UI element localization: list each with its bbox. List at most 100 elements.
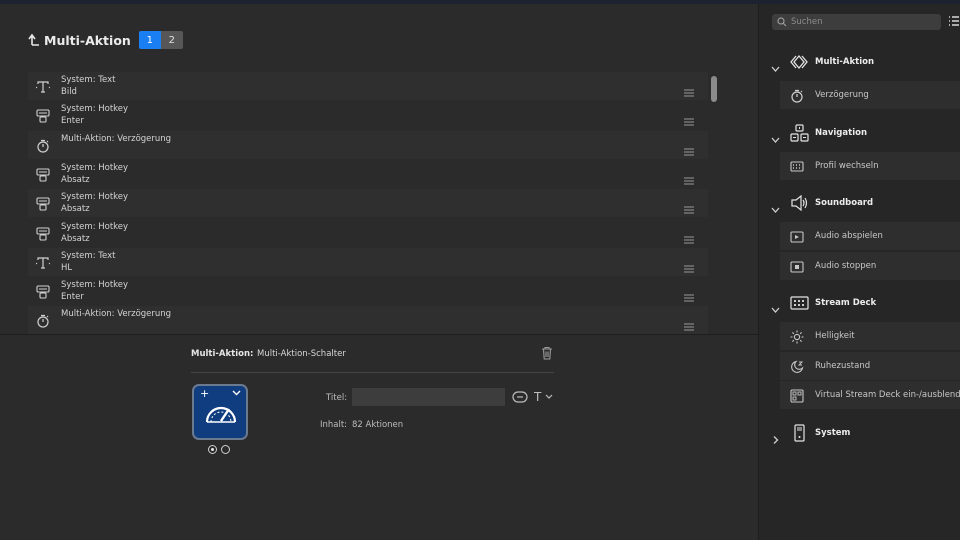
multi-action-icon xyxy=(790,53,809,71)
page-header: Multi-Aktion 1 2 xyxy=(28,30,183,50)
action-row[interactable]: Multi-Aktion: Verzögerung xyxy=(28,306,708,334)
speaker-icon xyxy=(790,194,809,212)
sidebar-action-label: Virtual Stream Deck ein-/ausblenden xyxy=(815,390,960,400)
page-tab-2[interactable]: 2 xyxy=(160,31,183,49)
action-detail: Enter xyxy=(61,292,84,303)
category-header[interactable]: System xyxy=(759,419,960,447)
inspector-divider xyxy=(191,372,554,373)
sidebar-action-label: Helligkeit xyxy=(815,331,855,341)
page-selector: 1 2 xyxy=(138,31,183,49)
virtual-deck-icon xyxy=(790,388,804,403)
timer-icon xyxy=(36,313,50,328)
key-preview[interactable]: + xyxy=(192,384,248,440)
action-row[interactable]: System: Hotkey Enter xyxy=(28,277,708,306)
sidebar-action-item[interactable]: Ruhezustand xyxy=(780,351,960,380)
drag-handle-icon[interactable] xyxy=(684,170,694,185)
hotkey-icon xyxy=(36,226,50,241)
back-arrow-icon[interactable] xyxy=(28,33,40,47)
action-detail: Absatz xyxy=(61,174,90,185)
action-row[interactable]: System: Text Bild xyxy=(28,72,708,100)
chevron-down-icon[interactable] xyxy=(771,129,780,143)
action-sidebar: Multi-Aktion Verzögerung Navigation Profil … xyxy=(758,4,960,540)
action-row[interactable]: System: Hotkey Absatz xyxy=(28,159,708,188)
category-header[interactable]: Soundboard xyxy=(759,189,960,217)
title-label: Titel: xyxy=(326,393,348,403)
category-label: Soundboard xyxy=(815,198,874,208)
action-detail: HL xyxy=(61,262,73,273)
content-label: Inhalt: xyxy=(320,420,348,430)
list-view-icon[interactable] xyxy=(948,15,960,27)
inspector-panel: Multi-Aktion: Multi-Aktion-Schalter + Ti… xyxy=(0,334,758,536)
sidebar-action-label: Ruhezustand xyxy=(815,360,871,371)
sidebar-action-item[interactable]: Verzögerung xyxy=(780,81,960,109)
stream-deck-icon xyxy=(790,294,809,312)
drag-handle-icon[interactable] xyxy=(684,258,694,273)
category-header[interactable]: Multi-Aktion xyxy=(759,48,960,76)
category-label: Stream Deck xyxy=(815,298,877,308)
sleep-icon xyxy=(790,359,804,373)
sidebar-action-item[interactable]: Profil wechseln xyxy=(780,151,960,180)
action-row[interactable]: System: Hotkey Absatz xyxy=(28,189,708,218)
chevron-down-icon[interactable] xyxy=(232,390,241,396)
page-tab-1[interactable]: 1 xyxy=(138,31,161,49)
action-title: System: Text xyxy=(61,75,116,85)
sidebar-action-item[interactable]: Audio abspielen xyxy=(780,222,960,250)
state-selector xyxy=(208,445,230,454)
search-box[interactable] xyxy=(772,14,941,30)
trash-icon[interactable] xyxy=(541,346,553,360)
category-label: System xyxy=(815,427,851,438)
hotkey-icon xyxy=(36,196,50,211)
timer-icon xyxy=(36,138,50,153)
hotkey-icon xyxy=(36,167,50,182)
text-icon xyxy=(35,255,51,269)
action-row[interactable]: System: Hotkey Absatz xyxy=(28,218,708,247)
link-icon[interactable] xyxy=(512,391,528,403)
svg-text:T: T xyxy=(534,390,542,403)
action-row[interactable]: Multi-Aktion: Verzögerung xyxy=(28,130,708,159)
profile-switch-icon xyxy=(790,159,804,173)
category-header[interactable]: Stream Deck xyxy=(759,289,960,317)
drag-handle-icon[interactable] xyxy=(684,82,694,97)
drag-handle-icon[interactable] xyxy=(684,141,694,156)
action-title: System: Hotkey xyxy=(61,104,129,115)
sidebar-action-item[interactable]: Virtual Stream Deck ein-/ausblenden xyxy=(780,381,960,409)
sidebar-action-item[interactable]: Helligkeit xyxy=(780,322,960,350)
scrollbar-track[interactable] xyxy=(709,72,718,334)
search-input[interactable] xyxy=(791,14,937,30)
sidebar-action-label: Audio abspielen xyxy=(815,231,883,241)
drag-handle-icon[interactable] xyxy=(684,287,694,302)
system-icon xyxy=(790,423,809,442)
hotkey-icon xyxy=(36,284,50,299)
sidebar-action-item[interactable]: Audio stoppen xyxy=(780,251,960,280)
chevron-down-icon[interactable] xyxy=(771,299,780,313)
action-detail: Bild xyxy=(61,87,77,97)
action-row[interactable]: System: Text HL xyxy=(28,247,708,276)
action-detail: Absatz xyxy=(61,233,90,244)
chevron-down-icon[interactable] xyxy=(771,199,780,213)
drag-handle-icon[interactable] xyxy=(684,199,694,214)
scrollbar-thumb[interactable] xyxy=(711,76,717,102)
drag-handle-icon[interactable] xyxy=(684,229,694,243)
font-settings-icon[interactable]: T xyxy=(534,390,554,403)
category-label: Multi-Aktion xyxy=(815,57,875,67)
title-input[interactable] xyxy=(352,388,505,406)
timer-icon xyxy=(790,88,804,103)
hotkey-icon xyxy=(36,108,50,123)
state-radio-1[interactable] xyxy=(208,445,217,454)
chevron-right-icon[interactable] xyxy=(771,429,780,444)
state-radio-2[interactable] xyxy=(221,445,230,454)
category-header[interactable]: Navigation xyxy=(759,119,960,147)
plus-icon[interactable]: + xyxy=(200,387,209,400)
drag-handle-icon[interactable] xyxy=(684,316,694,331)
brightness-icon xyxy=(790,329,804,344)
sidebar-action-label: Audio stoppen xyxy=(815,260,877,271)
inspector-type-value: Multi-Aktion-Schalter xyxy=(257,349,346,359)
action-detail: Enter xyxy=(61,116,84,127)
sidebar-action-label: Verzögerung xyxy=(815,90,869,100)
gauge-icon xyxy=(205,406,237,423)
action-row[interactable]: System: Hotkey Enter xyxy=(28,101,708,130)
inspector-type-label: Multi-Aktion: xyxy=(191,349,254,359)
sidebar-action-label: Profil wechseln xyxy=(815,160,879,171)
chevron-down-icon[interactable] xyxy=(771,58,780,72)
drag-handle-icon[interactable] xyxy=(684,111,694,126)
